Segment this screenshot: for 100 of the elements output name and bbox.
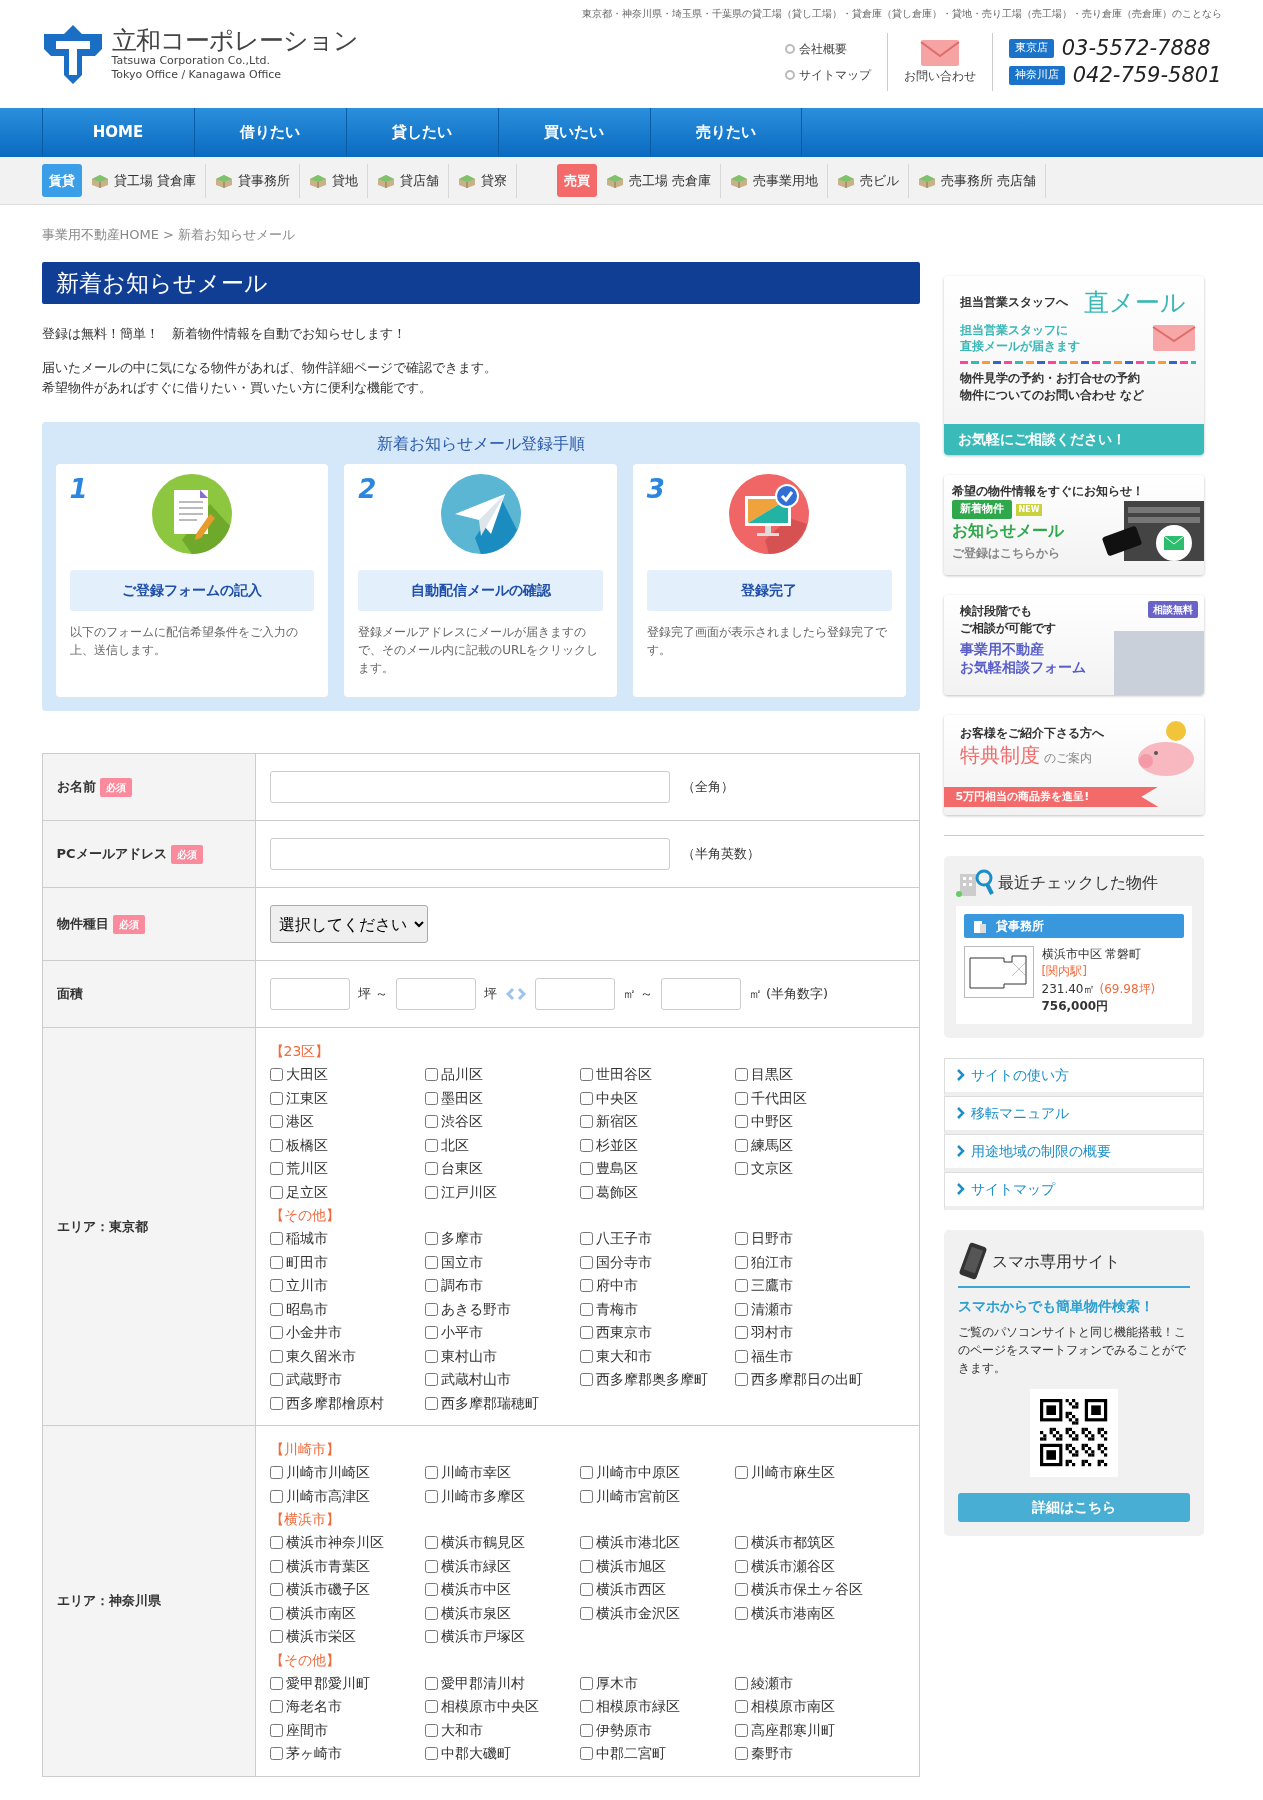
checkbox[interactable] bbox=[579, 1326, 593, 1340]
checkbox[interactable] bbox=[579, 1232, 593, 1246]
checkbox[interactable] bbox=[424, 1747, 438, 1761]
checkbox[interactable] bbox=[734, 1279, 748, 1293]
checkbox[interactable] bbox=[579, 1068, 593, 1082]
checkbox[interactable] bbox=[734, 1255, 748, 1269]
checkbox[interactable] bbox=[579, 1373, 593, 1387]
checkbox[interactable] bbox=[579, 1255, 593, 1269]
checkbox[interactable] bbox=[579, 1302, 593, 1316]
text-field[interactable] bbox=[269, 771, 670, 803]
number-field[interactable] bbox=[395, 978, 476, 1010]
checkbox[interactable] bbox=[424, 1349, 438, 1363]
checkbox[interactable] bbox=[734, 1536, 748, 1550]
checkbox[interactable] bbox=[269, 1606, 283, 1620]
category-link[interactable]: 売事務所 売店舗 bbox=[908, 163, 1046, 198]
banner-card[interactable]: 希望の物件情報をすぐにお知らせ！ 新着物件 NEW お知らせメール ご登録はこちらから bbox=[943, 475, 1204, 575]
number-field[interactable] bbox=[269, 978, 350, 1010]
checkbox[interactable] bbox=[269, 1091, 283, 1105]
checkbox[interactable] bbox=[579, 1489, 593, 1503]
checkbox[interactable] bbox=[269, 1559, 283, 1573]
checkbox[interactable] bbox=[734, 1373, 748, 1387]
checkbox[interactable] bbox=[734, 1068, 748, 1082]
checkbox[interactable] bbox=[424, 1255, 438, 1269]
checkbox[interactable] bbox=[269, 1489, 283, 1503]
banner-card[interactable]: お客様をご紹介下さる方へ 特典制度 のご案内 5万円相当の商品券を進呈! bbox=[943, 715, 1204, 815]
select-field[interactable]: 選択してください bbox=[269, 905, 428, 943]
checkbox[interactable] bbox=[579, 1606, 593, 1620]
sidebar-link[interactable]: 移転マニュアル bbox=[943, 1095, 1204, 1134]
category-link[interactable]: 貸地 bbox=[299, 163, 368, 198]
checkbox[interactable] bbox=[579, 1279, 593, 1293]
sidebar-link[interactable]: サイトの使い方 bbox=[943, 1057, 1204, 1096]
checkbox[interactable] bbox=[579, 1349, 593, 1363]
checkbox[interactable] bbox=[424, 1723, 438, 1737]
checkbox[interactable] bbox=[579, 1583, 593, 1597]
checkbox[interactable] bbox=[269, 1255, 283, 1269]
property-card[interactable]: 貸事務所 横浜市中区 常磐町 [関内駅] 231.40㎡ (69.98坪) 756,000円 bbox=[955, 906, 1192, 1024]
checkbox[interactable] bbox=[734, 1466, 748, 1480]
checkbox[interactable] bbox=[424, 1232, 438, 1246]
checkbox[interactable] bbox=[579, 1138, 593, 1152]
checkbox[interactable] bbox=[734, 1091, 748, 1105]
checkbox[interactable] bbox=[269, 1630, 283, 1644]
checkbox[interactable] bbox=[424, 1185, 438, 1199]
checkbox[interactable] bbox=[269, 1349, 283, 1363]
checkbox[interactable] bbox=[579, 1162, 593, 1176]
checkbox[interactable] bbox=[269, 1302, 283, 1316]
checkbox[interactable] bbox=[424, 1091, 438, 1105]
checkbox[interactable] bbox=[424, 1466, 438, 1480]
checkbox[interactable] bbox=[269, 1162, 283, 1176]
checkbox[interactable] bbox=[269, 1326, 283, 1340]
header-link[interactable]: 会社概要 bbox=[798, 40, 847, 58]
checkbox[interactable] bbox=[424, 1559, 438, 1573]
checkbox[interactable] bbox=[424, 1326, 438, 1340]
checkbox[interactable] bbox=[734, 1326, 748, 1340]
checkbox[interactable] bbox=[734, 1232, 748, 1246]
checkbox[interactable] bbox=[734, 1138, 748, 1152]
checkbox[interactable] bbox=[269, 1279, 283, 1293]
checkbox[interactable] bbox=[424, 1676, 438, 1690]
checkbox[interactable] bbox=[424, 1583, 438, 1597]
checkbox[interactable] bbox=[269, 1723, 283, 1737]
checkbox[interactable] bbox=[269, 1536, 283, 1550]
checkbox[interactable] bbox=[579, 1700, 593, 1714]
checkbox[interactable] bbox=[734, 1559, 748, 1573]
checkbox[interactable] bbox=[269, 1396, 283, 1410]
contact-link[interactable]: お問い合わせ bbox=[903, 39, 976, 85]
checkbox[interactable] bbox=[269, 1583, 283, 1597]
category-link[interactable]: 貸工場 貸倉庫 bbox=[81, 163, 206, 198]
text-field[interactable] bbox=[269, 838, 670, 870]
number-field[interactable] bbox=[534, 978, 615, 1010]
checkbox[interactable] bbox=[734, 1115, 748, 1129]
checkbox[interactable] bbox=[424, 1115, 438, 1129]
checkbox[interactable] bbox=[269, 1115, 283, 1129]
checkbox[interactable] bbox=[269, 1232, 283, 1246]
checkbox[interactable] bbox=[734, 1162, 748, 1176]
checkbox[interactable] bbox=[734, 1302, 748, 1316]
breadcrumb-link[interactable]: 事業用不動産HOME bbox=[41, 225, 159, 245]
checkbox[interactable] bbox=[734, 1723, 748, 1737]
checkbox[interactable] bbox=[424, 1373, 438, 1387]
category-link[interactable]: 貸事務所 bbox=[205, 163, 300, 198]
checkbox[interactable] bbox=[579, 1466, 593, 1480]
checkbox[interactable] bbox=[269, 1466, 283, 1480]
checkbox[interactable] bbox=[424, 1700, 438, 1714]
checkbox[interactable] bbox=[424, 1606, 438, 1620]
category-link[interactable]: 売事業用地 bbox=[720, 163, 828, 198]
checkbox[interactable] bbox=[579, 1536, 593, 1550]
category-link[interactable]: 貸寮 bbox=[448, 163, 517, 198]
checkbox[interactable] bbox=[579, 1723, 593, 1737]
category-link[interactable]: 貸店舗 bbox=[367, 163, 449, 198]
checkbox[interactable] bbox=[734, 1676, 748, 1690]
checkbox[interactable] bbox=[734, 1700, 748, 1714]
sidebar-link[interactable]: 用途地域の制限の概要 bbox=[943, 1133, 1204, 1172]
checkbox[interactable] bbox=[424, 1630, 438, 1644]
checkbox[interactable] bbox=[269, 1747, 283, 1761]
checkbox[interactable] bbox=[579, 1185, 593, 1199]
checkbox[interactable] bbox=[579, 1559, 593, 1573]
checkbox[interactable] bbox=[424, 1279, 438, 1293]
checkbox[interactable] bbox=[424, 1138, 438, 1152]
checkbox[interactable] bbox=[269, 1185, 283, 1199]
checkbox[interactable] bbox=[579, 1091, 593, 1105]
checkbox[interactable] bbox=[424, 1489, 438, 1503]
checkbox[interactable] bbox=[424, 1068, 438, 1082]
